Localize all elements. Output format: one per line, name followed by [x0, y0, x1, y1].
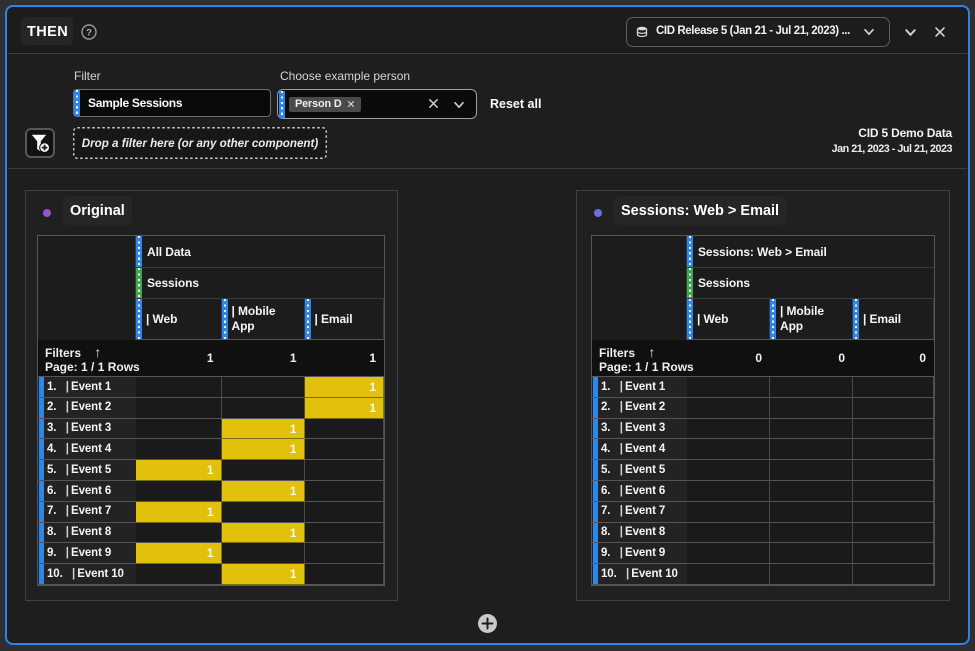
- svg-text:?: ?: [86, 27, 92, 38]
